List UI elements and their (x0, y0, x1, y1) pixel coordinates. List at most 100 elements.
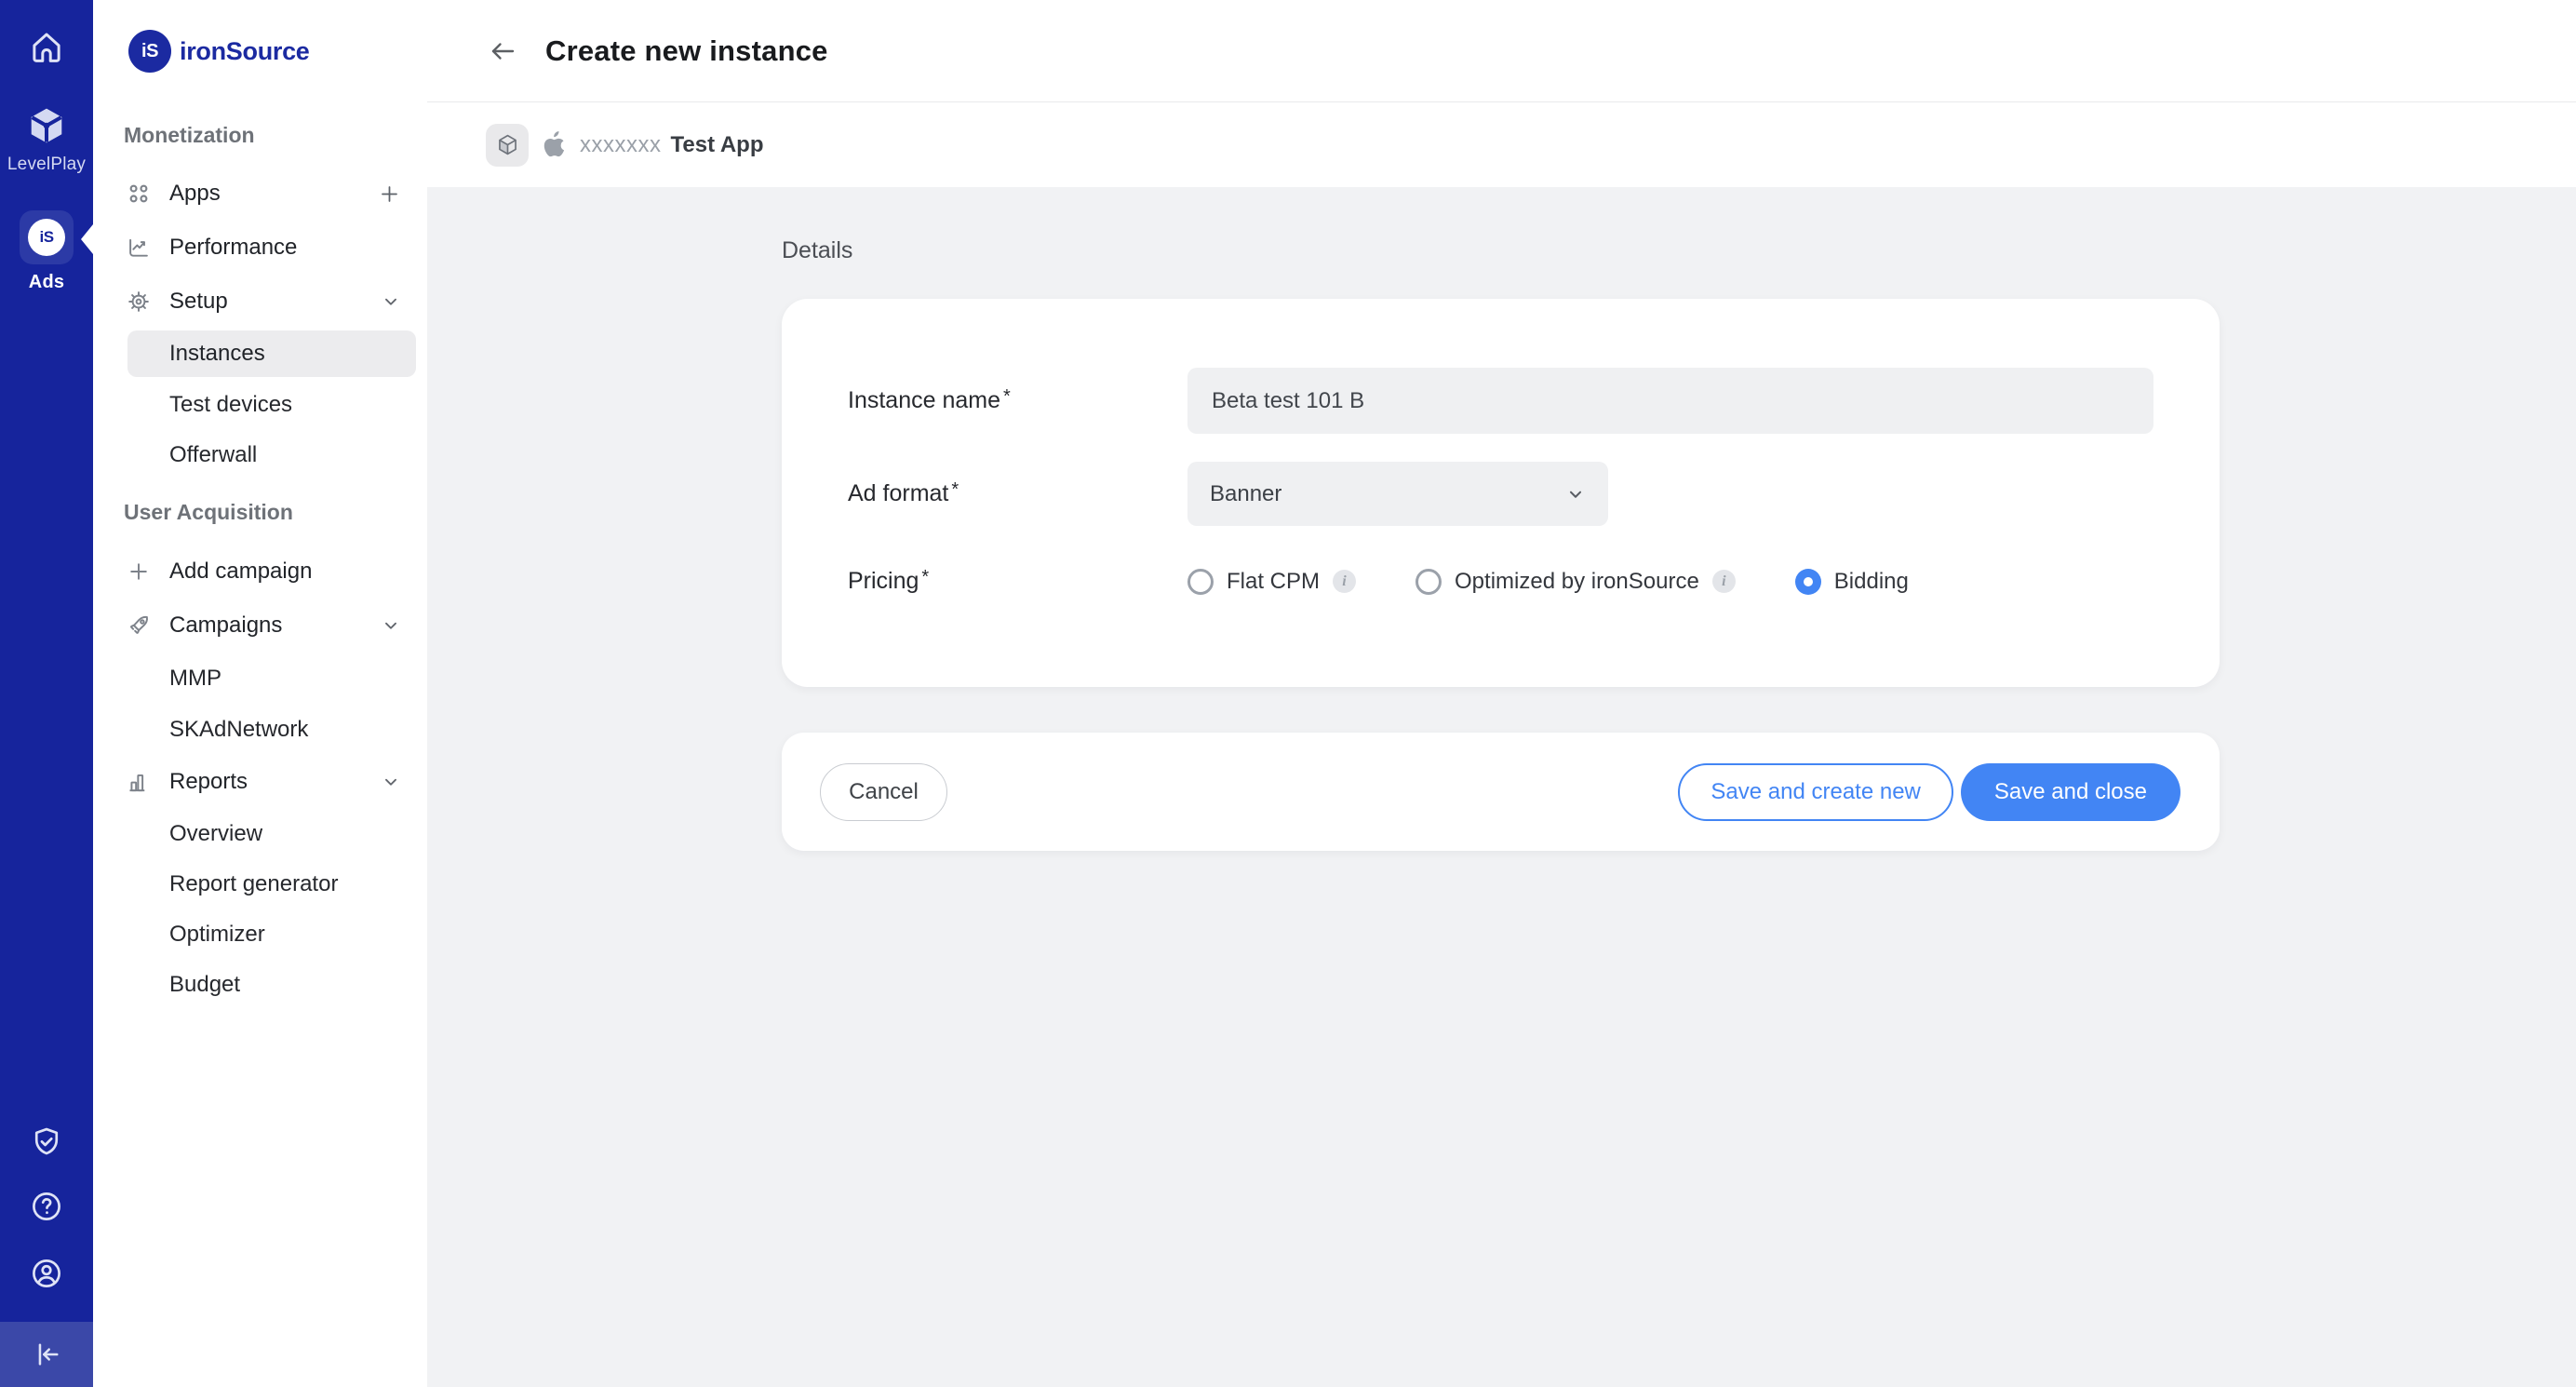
page-title: Create new instance (545, 34, 828, 68)
account-icon (29, 1256, 64, 1291)
ironsource-monogram-icon: iS (28, 219, 65, 256)
pricing-option-label: Optimized by ironSource (1455, 569, 1699, 595)
sidebar-item-label: MMP (169, 666, 221, 692)
cancel-button[interactable]: Cancel (820, 763, 947, 821)
privacy-button[interactable] (0, 1124, 93, 1160)
shield-check-icon (29, 1124, 64, 1160)
gear-icon (127, 290, 151, 314)
plus-icon (127, 559, 151, 584)
active-product-pointer (81, 224, 93, 254)
pricing-options: Flat CPM i Optimized by ironSource i Bid… (1187, 569, 1909, 595)
radio-unselected-icon[interactable] (1187, 569, 1214, 595)
sidebar-item-label: Campaigns (169, 613, 282, 639)
collapse-sidebar-icon (30, 1338, 63, 1371)
sidebar-item-reports[interactable]: Reports (93, 755, 427, 809)
sidebar-item-skadnetwork[interactable]: SKAdNetwork (93, 705, 427, 755)
ads-active-tile: iS (20, 210, 74, 264)
instance-name-label: Instance name* (848, 387, 1187, 414)
page-content: Details Instance name* Ad format* Banner (427, 187, 2576, 1387)
app-id-masked: xxxxxxx (580, 132, 662, 158)
back-button[interactable] (486, 34, 519, 68)
sidebar-item-add-campaign[interactable]: Add campaign (93, 545, 427, 599)
sidebar-item-label: Overview (169, 821, 262, 847)
sidebar-item-mmp[interactable]: MMP (93, 653, 427, 704)
sidebar-item-label: Report generator (169, 871, 338, 897)
sidebar-item-label: Instances (169, 341, 265, 367)
apple-platform-icon (543, 131, 565, 158)
app-context-bar: xxxxxxx Test App (427, 102, 2576, 187)
sidebar-item-label: Apps (169, 181, 221, 207)
section-header-user-acquisition: User Acquisition (93, 493, 427, 531)
page-header: Create new instance (427, 0, 2576, 102)
save-and-close-button[interactable]: Save and close (1961, 763, 2180, 821)
radio-selected-icon[interactable] (1795, 569, 1821, 595)
app-icon-placeholder (486, 124, 529, 167)
sidebar-item-instances[interactable]: Instances (127, 330, 416, 377)
sidebar-item-campaigns[interactable]: Campaigns (93, 599, 427, 653)
home-icon (27, 28, 66, 67)
performance-chart-icon (127, 236, 151, 260)
section-header-monetization: Monetization (93, 116, 427, 154)
cube-icon (495, 132, 520, 157)
rail-item-ads[interactable]: iS Ads (0, 210, 93, 293)
arrow-left-icon (486, 34, 519, 68)
rail-label-levelplay: LevelPlay (7, 155, 86, 175)
sidebar-item-optimizer[interactable]: Optimizer (93, 909, 427, 960)
actions-card: Cancel Save and create new Save and clos… (782, 733, 2220, 851)
info-icon[interactable]: i (1712, 570, 1736, 593)
rail-label-ads: Ads (29, 272, 64, 293)
pricing-option-optimized[interactable]: Optimized by ironSource i (1415, 569, 1736, 595)
sidebar-item-label: SKAdNetwork (169, 717, 308, 743)
instance-name-input[interactable] (1187, 368, 2153, 434)
sidebar-item-label: Setup (169, 289, 228, 315)
collapse-rail-button[interactable] (0, 1322, 93, 1387)
save-and-create-new-button[interactable]: Save and create new (1678, 763, 1952, 821)
sidebar: iS ironSource Monetization Apps (93, 0, 427, 1387)
sidebar-item-label: Test devices (169, 392, 292, 418)
sidebar-item-offerwall[interactable]: Offerwall (93, 430, 427, 480)
chevron-down-icon[interactable] (381, 615, 401, 636)
help-button[interactable] (0, 1189, 93, 1224)
instance-name-row: Instance name* (848, 368, 2153, 434)
account-button[interactable] (0, 1256, 93, 1291)
pricing-option-flat-cpm[interactable]: Flat CPM i (1187, 569, 1356, 595)
ironsource-logo-icon: iS (128, 30, 171, 73)
radio-unselected-icon[interactable] (1415, 569, 1442, 595)
sidebar-item-setup[interactable]: Setup (93, 275, 427, 329)
chevron-down-icon[interactable] (381, 291, 401, 312)
ad-format-row: Ad format* Banner (848, 462, 2153, 526)
sidebar-item-report-generator[interactable]: Report generator (93, 859, 427, 909)
help-icon (29, 1189, 64, 1224)
sidebar-item-test-devices[interactable]: Test devices (93, 380, 427, 430)
app-window: LevelPlay iS Ads (0, 0, 2576, 1387)
pricing-option-bidding[interactable]: Bidding (1795, 569, 1909, 595)
sidebar-item-label: Optimizer (169, 922, 265, 948)
sidebar-item-performance[interactable]: Performance (93, 221, 427, 275)
pricing-label: Pricing* (848, 568, 1187, 595)
sidebar-item-label: Reports (169, 769, 248, 795)
sidebar-item-apps[interactable]: Apps (93, 167, 427, 221)
chevron-down-icon (1565, 484, 1586, 505)
add-app-button[interactable] (378, 182, 401, 206)
ad-format-label: Ad format* (848, 480, 1187, 507)
brand-logo[interactable]: iS ironSource (93, 0, 427, 102)
ad-format-select[interactable]: Banner (1187, 462, 1608, 526)
ad-format-selected-value: Banner (1210, 481, 1281, 507)
app-name: Test App (671, 132, 764, 158)
pricing-option-label: Bidding (1834, 569, 1909, 595)
brand-name: ironSource (180, 37, 310, 66)
sidebar-item-budget[interactable]: Budget (93, 960, 427, 1010)
home-button[interactable] (0, 28, 93, 67)
pricing-option-label: Flat CPM (1227, 569, 1320, 595)
details-card: Instance name* Ad format* Banner (782, 299, 2220, 687)
sidebar-item-overview[interactable]: Overview (93, 809, 427, 859)
sidebar-item-label: Performance (169, 235, 297, 261)
chevron-down-icon[interactable] (381, 772, 401, 792)
sidebar-item-label: Budget (169, 972, 240, 998)
required-mark: * (921, 567, 929, 588)
rocket-icon (127, 613, 151, 638)
pricing-row: Pricing* Flat CPM i Optimized by ironSou… (848, 568, 2153, 595)
info-icon[interactable]: i (1333, 570, 1356, 593)
required-mark: * (1003, 386, 1011, 408)
rail-item-levelplay[interactable]: LevelPlay (0, 104, 93, 175)
